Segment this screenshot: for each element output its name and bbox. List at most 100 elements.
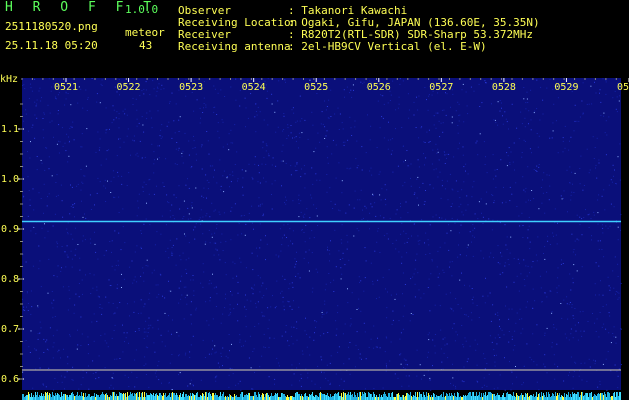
noise-speck	[324, 303, 326, 305]
noise-speck	[528, 225, 530, 227]
noise-speck	[489, 292, 491, 294]
noise-speck	[377, 279, 379, 281]
noise-speck	[588, 358, 590, 360]
noise-speck	[619, 179, 621, 181]
noise-speck	[22, 196, 24, 198]
band-column	[601, 393, 602, 400]
noise-speck	[34, 348, 36, 350]
time-tick-label: 0530	[617, 82, 629, 93]
noise-speck	[58, 349, 60, 351]
band-column	[44, 396, 45, 400]
noise-speck	[287, 127, 289, 129]
noise-speck	[529, 148, 531, 150]
noise-speck	[478, 317, 480, 318]
noise-speck	[606, 134, 608, 136]
noise-speck	[319, 179, 321, 181]
noise-speck	[553, 354, 555, 356]
noise-speck	[47, 230, 49, 232]
noise-speck	[582, 112, 584, 114]
noise-speck	[259, 366, 261, 368]
noise-speck	[593, 359, 595, 361]
noise-speck	[344, 264, 346, 266]
noise-speck	[288, 135, 289, 137]
noise-speck	[124, 242, 126, 244]
noise-speck	[501, 329, 503, 331]
noise-speck	[192, 279, 194, 281]
noise-speck	[463, 121, 465, 123]
noise-speck	[564, 125, 566, 127]
noise-speck	[207, 140, 209, 142]
noise-speck	[201, 146, 202, 148]
noise-speck	[385, 288, 386, 290]
band-column	[214, 395, 215, 400]
noise-speck	[156, 90, 158, 92]
band-column	[202, 393, 203, 400]
noise-speck	[206, 213, 208, 215]
noise-speck	[594, 283, 596, 285]
noise-speck	[425, 190, 426, 191]
noise-speck	[442, 131, 444, 133]
noise-speck	[369, 170, 371, 172]
noise-speck	[494, 169, 496, 171]
band-column	[327, 393, 328, 400]
noise-speck	[308, 270, 310, 272]
noise-speck	[321, 359, 323, 361]
noise-speck	[557, 366, 559, 368]
noise-speck	[465, 314, 467, 316]
noise-speck	[342, 252, 344, 254]
noise-speck	[492, 154, 494, 156]
noise-speck	[386, 317, 388, 319]
time-tick-label: 0526	[367, 82, 391, 93]
noise-speck	[47, 349, 49, 351]
noise-speck	[605, 81, 607, 83]
noise-speck	[55, 195, 57, 197]
noise-speck	[430, 389, 432, 391]
noise-speck	[465, 163, 467, 165]
noise-speck	[307, 372, 309, 374]
noise-speck	[183, 216, 185, 217]
noise-speck	[153, 163, 155, 165]
noise-speck	[148, 386, 150, 388]
noise-speck	[237, 234, 239, 236]
noise-speck	[73, 139, 75, 141]
noise-speck	[569, 302, 571, 303]
band-column	[499, 395, 500, 400]
band-column	[619, 392, 620, 400]
noise-speck	[588, 213, 590, 215]
noise-speck	[215, 306, 217, 307]
noise-speck	[209, 242, 211, 244]
noise-speck	[518, 262, 520, 264]
noise-speck	[279, 228, 281, 230]
noise-speck	[463, 166, 465, 168]
band-column	[523, 395, 524, 400]
noise-speck	[281, 335, 283, 337]
noise-speck	[618, 297, 620, 299]
noise-speck	[428, 339, 430, 341]
noise-speck	[178, 147, 180, 149]
noise-speck	[191, 205, 193, 207]
noise-speck	[121, 183, 123, 185]
noise-speck	[315, 173, 317, 175]
band-column	[152, 395, 153, 400]
noise-speck	[342, 257, 344, 259]
noise-speck	[154, 244, 156, 246]
noise-speck	[585, 209, 586, 211]
noise-speck	[91, 78, 93, 79]
noise-speck	[582, 189, 584, 191]
noise-speck	[525, 102, 527, 104]
noise-speck	[514, 345, 516, 346]
noise-speck	[589, 366, 591, 368]
noise-speck	[462, 146, 464, 148]
noise-speck	[512, 383, 513, 385]
noise-speck	[395, 213, 397, 215]
noise-speck	[291, 308, 293, 310]
noise-speck	[174, 163, 176, 165]
noise-speck	[184, 297, 186, 299]
noise-speck	[192, 335, 194, 337]
band-column	[345, 393, 346, 400]
noise-speck	[467, 358, 469, 360]
noise-speck	[452, 377, 454, 379]
noise-speck	[555, 234, 557, 236]
noise-speck	[561, 198, 563, 200]
band-column	[381, 395, 382, 400]
